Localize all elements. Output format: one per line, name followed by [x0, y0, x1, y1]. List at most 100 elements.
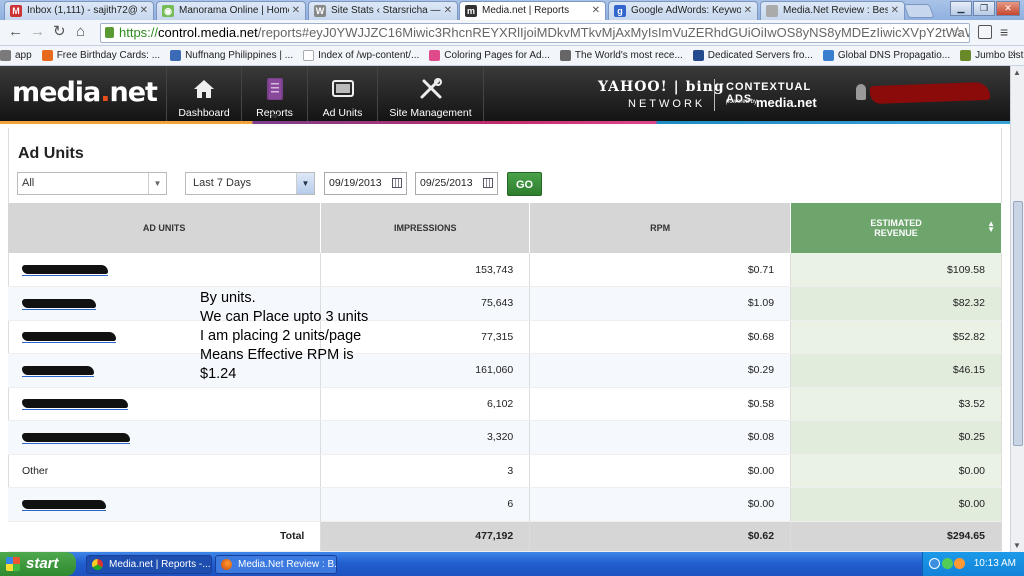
clock[interactable]: 10:13 AM [974, 552, 1016, 576]
calendar-icon[interactable] [392, 178, 402, 188]
wrench-icon[interactable]: ≡ [1000, 24, 1008, 40]
page-icon [766, 5, 778, 17]
ad-unit-name[interactable] [8, 420, 322, 455]
home-icon[interactable]: ⌂ [76, 24, 85, 40]
close-tab-icon[interactable]: ✕ [292, 2, 300, 20]
close-tab-icon[interactable]: ✕ [891, 2, 899, 20]
bookmark-item[interactable]: Dedicated Servers fro... [692, 50, 813, 61]
table-header-row: AD UNITS IMPRESSIONS RPM ESTIMATED REVEN… [8, 203, 1002, 253]
date-range-select[interactable]: Last 7 Days ▼ [185, 172, 315, 195]
address-bar[interactable]: https://control.media.net/reports#eyJ0YW… [100, 23, 970, 43]
calendar-icon[interactable] [483, 178, 493, 188]
tray-arrow-icon[interactable] [929, 558, 940, 569]
table-total-row: Total 477,192 $0.62 $294.65 [8, 521, 1002, 552]
nav-dashboard[interactable]: Dashboard [166, 66, 242, 121]
close-tab-icon[interactable]: ✕ [140, 2, 148, 20]
column-header-impressions[interactable]: IMPRESSIONS [320, 203, 531, 253]
start-date-field[interactable]: 09/19/2013 [324, 172, 407, 195]
chevron-down-icon: ▼ [148, 173, 166, 194]
browser-tab-active[interactable]: m Media.net | Reports ✕ [459, 1, 606, 20]
redacted-name [22, 265, 108, 277]
medianet-logo[interactable]: media.net [12, 77, 158, 108]
total-revenue: $294.65 [790, 521, 1002, 552]
reports-icon [266, 78, 283, 100]
rpm-cell: $1.09 [529, 286, 792, 321]
back-arrow-icon[interactable]: ← [8, 24, 23, 40]
revenue-cell: $82.32 [790, 286, 1002, 321]
bookmark-item[interactable]: app [0, 50, 32, 61]
window-controls: ▁ ❐ ✕ [950, 1, 1020, 16]
bookmark-item[interactable]: Free Birthday Cards: ... [41, 50, 161, 61]
close-tab-icon[interactable]: ✕ [744, 2, 752, 20]
annotation-note: By units. We can Place upto 3 units I am… [200, 289, 368, 384]
bookmark-label: Free Birthday Cards: ... [56, 50, 161, 61]
sort-icon: ▲ ▼ [987, 219, 995, 234]
revenue-cell: $0.00 [790, 454, 1002, 488]
browser-tab[interactable]: M Inbox (1,111) - sajith72@g ✕ [4, 1, 154, 20]
bookmark-item[interactable]: Index of /wp-content/... [303, 50, 419, 61]
ad-unit-name[interactable]: Other [8, 454, 322, 488]
column-header-estimated-revenue[interactable]: ESTIMATED REVENUE ▲ ▼ [790, 203, 1002, 253]
bookmark-item[interactable]: Global DNS Propagatio... [822, 50, 950, 61]
scroll-thumb[interactable] [1013, 201, 1023, 446]
nav-ad-units[interactable]: Ad Units [308, 66, 378, 121]
ad-unit-filter-select[interactable]: All ▼ [17, 172, 167, 195]
bookmark-item[interactable]: Nuffnang Philippines | ... [170, 50, 293, 61]
ad-unit-name[interactable] [8, 253, 322, 287]
scroll-up-icon[interactable]: ▲ [1013, 68, 1021, 77]
restore-icon[interactable]: ❐ [973, 1, 995, 16]
total-rpm: $0.62 [529, 521, 792, 552]
ad-unit-name[interactable] [8, 387, 322, 421]
nuffnang-icon [170, 50, 182, 61]
end-date-field[interactable]: 09/25/2013 [415, 172, 498, 195]
nav-label: Dashboard [178, 107, 230, 119]
start-button[interactable]: start [0, 552, 76, 576]
browser-tab[interactable]: g Google AdWords: Keyword I ✕ [608, 1, 758, 20]
site-header: media.net Dashboard Reports Ad Units Sit… [0, 66, 1010, 121]
annotation-line: $1.24 [200, 366, 237, 382]
impressions-cell: 6,102 [320, 387, 531, 421]
reload-icon[interactable]: ↻ [53, 24, 66, 40]
close-tab-icon[interactable]: ✕ [592, 2, 600, 20]
table-row: 77,315 $0.68 $52.82 [8, 320, 1002, 354]
date-value: 09/19/2013 [329, 177, 382, 189]
user-menu[interactable] [852, 81, 1002, 108]
header-line: REVENUE [874, 228, 918, 238]
date-value: 09/25/2013 [420, 177, 473, 189]
impressions-cell: 153,743 [320, 253, 531, 287]
column-header-ad-units[interactable]: AD UNITS [8, 203, 322, 253]
bookmark-star-icon[interactable]: ☆ [951, 23, 964, 41]
page-menu-icon[interactable] [978, 25, 992, 39]
close-tab-icon[interactable]: ✕ [444, 2, 452, 20]
bookmark-label: app [15, 50, 32, 61]
column-header-rpm[interactable]: RPM [529, 203, 792, 253]
new-tab-button[interactable] [903, 4, 935, 18]
scroll-down-icon[interactable]: ▼ [1013, 541, 1021, 550]
taskbar-item[interactable]: Media.Net Review : B... [215, 555, 337, 574]
browser-tab[interactable]: Media.Net Review : Best Ad ✕ [760, 1, 905, 20]
table-row: 153,743 $0.71 $109.58 [8, 253, 1002, 287]
page-scrollbar[interactable]: ▲ ▼ [1010, 66, 1024, 552]
bookmark-item[interactable]: Coloring Pages for Ad... [429, 50, 550, 61]
bookmark-item[interactable]: The World's most rece... [559, 50, 683, 61]
nav-reports[interactable]: Reports [242, 66, 308, 121]
browser-tab[interactable]: ◉ Manorama Online | Home ✕ [156, 1, 306, 20]
tab-title: Google AdWords: Keyword I [631, 5, 741, 16]
medianet-icon: m [465, 5, 477, 17]
page-title: Ad Units [18, 145, 84, 162]
taskbar-item[interactable]: Media.net | Reports -... [86, 555, 212, 574]
go-button[interactable]: GO [507, 172, 542, 196]
nav-site-management[interactable]: Site Management [378, 66, 484, 121]
annotation-line: Means Effective RPM is [200, 347, 354, 363]
firefox-tray-icon[interactable] [954, 558, 965, 569]
rpm-cell: $0.58 [529, 387, 792, 421]
forward-arrow-icon[interactable]: → [30, 24, 45, 40]
network-icon[interactable] [942, 558, 953, 569]
ad-unit-name[interactable] [8, 487, 322, 522]
tab-title: Media.Net Review : Best Ad [783, 5, 888, 16]
bookmarks-overflow-button[interactable]: » [1010, 48, 1016, 60]
browser-tab[interactable]: W Site Stats ‹ Starsricha — W ✕ [308, 1, 458, 20]
minimize-icon[interactable]: ▁ [950, 1, 972, 16]
powered-by-label: powered by [726, 99, 758, 105]
close-window-icon[interactable]: ✕ [996, 1, 1020, 16]
